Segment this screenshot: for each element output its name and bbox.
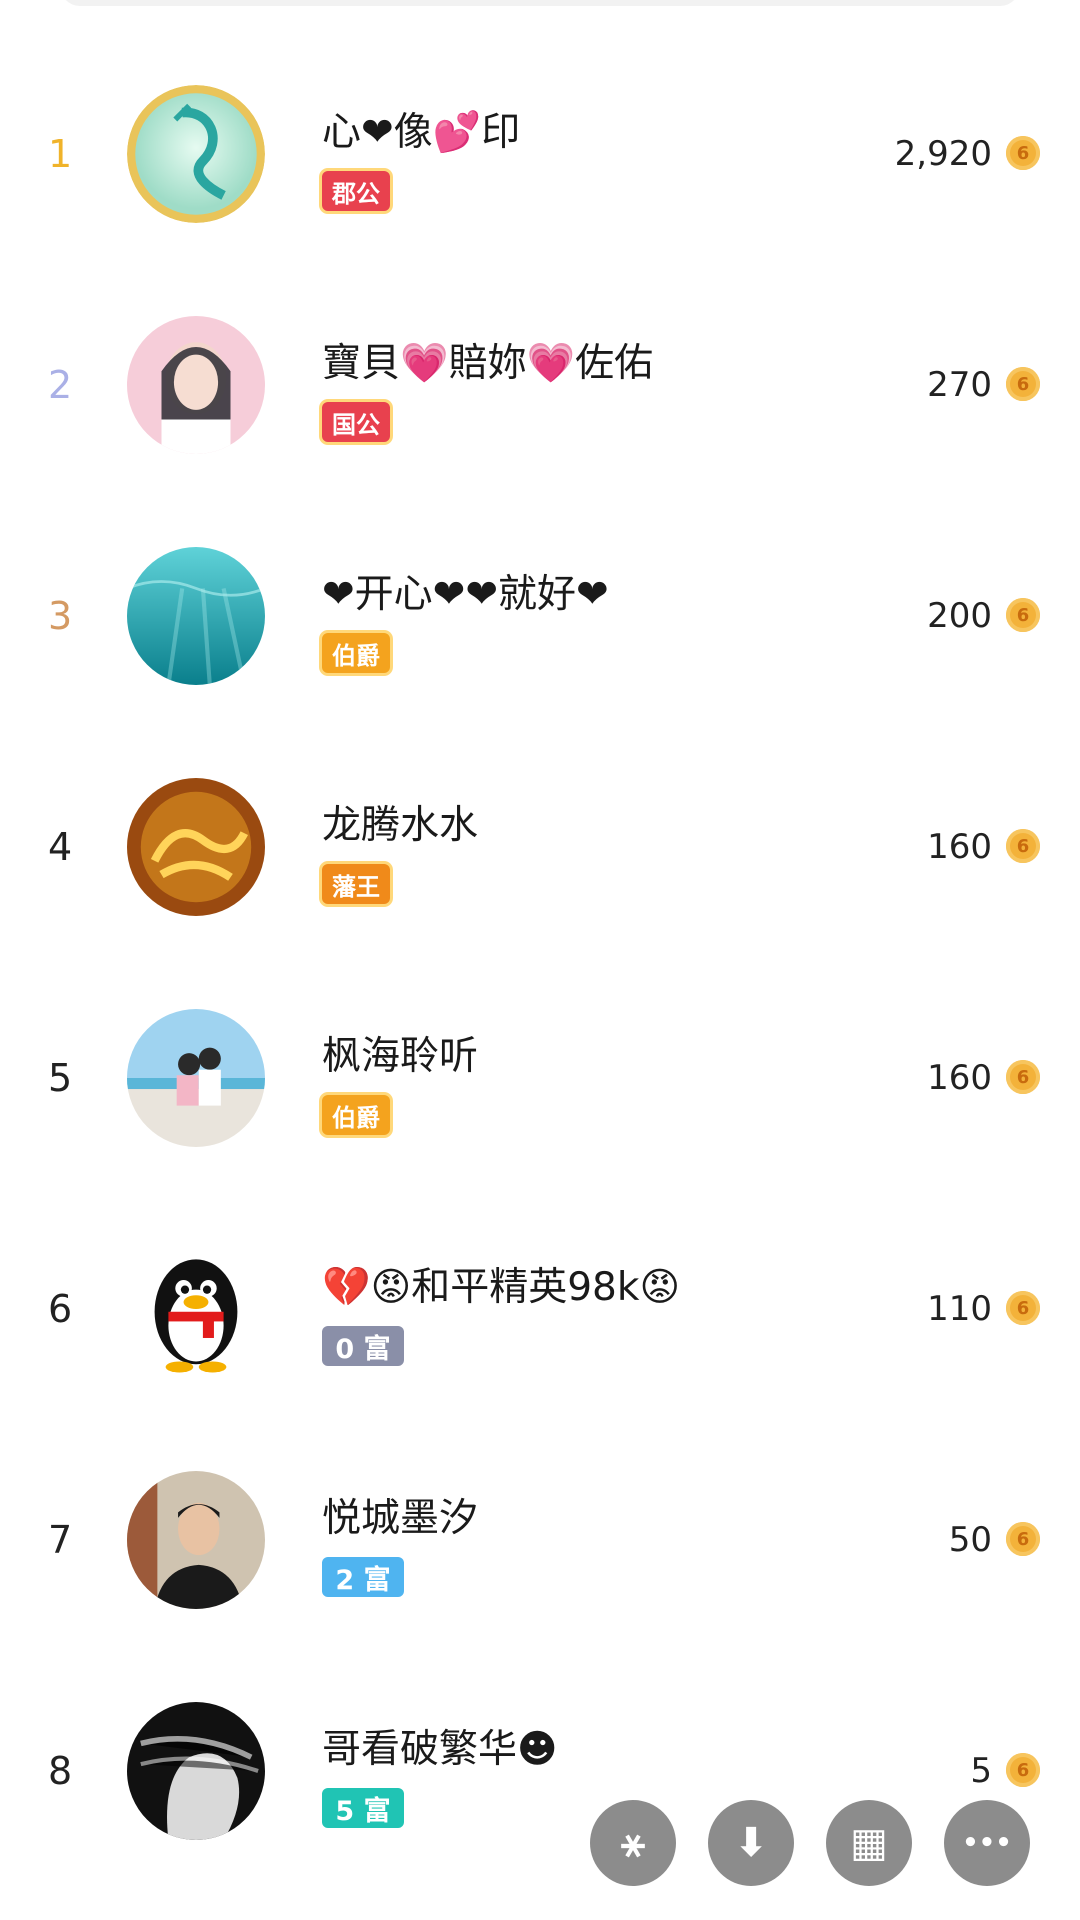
contribution-amount: 160 — [927, 1058, 992, 1098]
coin-icon: 6 — [1006, 1291, 1040, 1325]
leaderboard-row[interactable]: 4 龙腾水水藩王 160 6 — [0, 747, 1080, 947]
more-button[interactable]: ••• — [944, 1800, 1030, 1886]
couple-beach-avatar[interactable] — [127, 1009, 265, 1147]
noble-rank-badge: 藩王 — [322, 864, 390, 904]
rank-number: 3 — [48, 594, 73, 638]
noble-rank-badge: 伯爵 — [322, 633, 390, 673]
coin-glyph: 6 — [1016, 835, 1030, 857]
coin-glyph: 6 — [1016, 604, 1030, 626]
coin-icon: 6 — [1006, 367, 1040, 401]
golden-dragon-avatar[interactable] — [127, 778, 265, 916]
leaderboard-row[interactable]: 6 💔😡和平精英98k😡 0 富 110 6 — [0, 1209, 1080, 1409]
leaderboard-row[interactable]: 1 心❤像💕印郡公 2,920 6 — [0, 54, 1080, 254]
wealth-level-badge: 5 富 — [322, 1788, 404, 1828]
ocean-avatar[interactable] — [127, 547, 265, 685]
share-icon: ⚹ — [621, 1820, 645, 1866]
coin-glyph: 6 — [1016, 142, 1030, 164]
user-name[interactable]: ❤开心❤❤就好❤ — [322, 563, 609, 619]
leaderboard-row[interactable]: 7 悦城墨汐 2 富 50 6 — [0, 1440, 1080, 1640]
download-button[interactable]: ⬇ — [708, 1800, 794, 1886]
leaderboard-row[interactable]: 3 ❤开心❤❤就好❤ 伯爵 200 6 — [0, 516, 1080, 716]
more-icon: ••• — [962, 1828, 1012, 1858]
contribution-amount: 50 — [948, 1520, 992, 1560]
bw-face-avatar[interactable] — [127, 1702, 265, 1840]
floating-action-bar: ⚹ ⬇ ▦ ••• — [590, 1800, 1030, 1890]
dragon-avatar[interactable] — [127, 85, 265, 223]
rank-number: 8 — [48, 1749, 73, 1793]
coin-glyph: 6 — [1016, 1528, 1030, 1550]
rank-number: 7 — [48, 1518, 73, 1562]
noble-rank-badge: 伯爵 — [322, 1095, 390, 1135]
share-button[interactable]: ⚹ — [590, 1800, 676, 1886]
coin-icon: 6 — [1006, 829, 1040, 863]
coin-icon: 6 — [1006, 1753, 1040, 1787]
user-name[interactable]: 哥看破繁华☻ — [322, 1718, 558, 1774]
coin-glyph: 6 — [1016, 373, 1030, 395]
contribution-amount: 2,920 — [894, 134, 992, 174]
download-icon: ⬇ — [734, 1820, 768, 1866]
contribution-amount: 270 — [927, 365, 992, 405]
coin-icon: 6 — [1006, 1060, 1040, 1094]
user-name[interactable]: 💔😡和平精英98k😡 — [322, 1256, 680, 1312]
user-name[interactable]: 枫海聆听 — [322, 1025, 478, 1081]
wealth-level-badge: 2 富 — [322, 1557, 404, 1597]
man-portrait-avatar[interactable] — [127, 1471, 265, 1609]
coin-glyph: 6 — [1016, 1759, 1030, 1781]
coin-glyph: 6 — [1016, 1066, 1030, 1088]
leaderboard-row[interactable]: 5 枫海聆听伯爵 160 6 — [0, 978, 1080, 1178]
user-name[interactable]: 龙腾水水 — [322, 794, 478, 850]
rank-number: 4 — [48, 825, 73, 869]
leaderboard-row[interactable]: 2 寶貝💗賠妳💗佐佑国公 270 6 — [0, 285, 1080, 485]
qq-penguin-avatar[interactable] — [127, 1240, 265, 1378]
noble-rank-badge: 郡公 — [322, 171, 390, 211]
rank-number: 6 — [48, 1287, 73, 1331]
rank-number: 5 — [48, 1056, 73, 1100]
rank-number: 1 — [48, 132, 73, 176]
coin-glyph: 6 — [1016, 1297, 1030, 1319]
grid-icon: ▦ — [850, 1820, 888, 1866]
user-name[interactable]: 心❤像💕印 — [322, 101, 520, 157]
wealth-level-badge: 0 富 — [322, 1326, 404, 1366]
rank-number: 2 — [48, 363, 73, 407]
coin-icon: 6 — [1006, 136, 1040, 170]
grid-button[interactable]: ▦ — [826, 1800, 912, 1886]
contribution-amount: 200 — [927, 596, 992, 636]
girl-avatar[interactable] — [127, 316, 265, 454]
user-name[interactable]: 悦城墨汐 — [322, 1487, 478, 1543]
user-name[interactable]: 寶貝💗賠妳💗佐佑 — [322, 332, 653, 388]
contribution-amount: 160 — [927, 827, 992, 867]
coin-icon: 6 — [1006, 598, 1040, 632]
top-bar — [60, 0, 1020, 6]
contribution-amount: 110 — [927, 1289, 992, 1329]
coin-icon: 6 — [1006, 1522, 1040, 1556]
noble-rank-badge: 国公 — [322, 402, 390, 442]
